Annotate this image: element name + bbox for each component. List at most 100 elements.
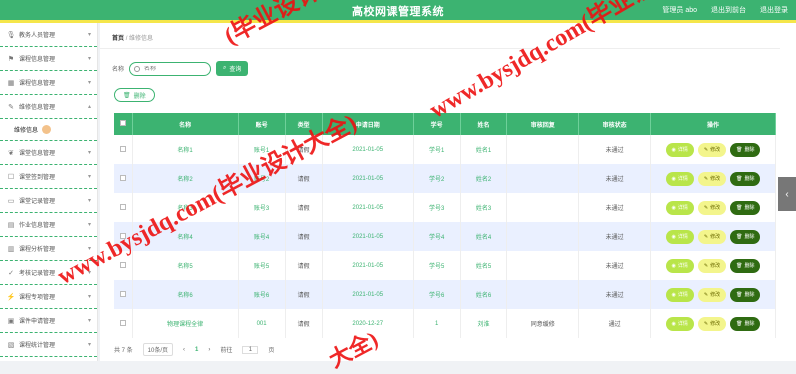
trash-icon: 🗑 (736, 204, 743, 211)
prev-page-icon[interactable]: ‹ (183, 347, 185, 353)
breadcrumb-current: 维修信息 (129, 36, 154, 42)
edit-button[interactable]: ✎ 修改 (697, 287, 727, 302)
edit-label: 修改 (710, 263, 721, 269)
delete-button[interactable]: 🗑 删除 (730, 142, 761, 157)
row-checkbox[interactable] (119, 261, 126, 268)
column-header[interactable]: 审核状态 (578, 113, 651, 135)
sidebar-item-label: 课程统计管理 (19, 343, 56, 349)
breadcrumb-separator: / (125, 36, 128, 42)
table-cell: 同意缓修 (506, 309, 580, 338)
breadcrumb-home[interactable]: 首页 (112, 36, 124, 42)
sidebar-item-course[interactable]: ⚑ 课程信息管理 ▾ (0, 47, 97, 71)
column-header[interactable]: 账号 (238, 113, 286, 135)
select-all-column[interactable] (114, 113, 133, 135)
page-number[interactable]: 1 (195, 347, 198, 353)
column-header[interactable]: 审核回复 (506, 113, 580, 135)
table-cell: 请假 (285, 193, 323, 222)
delete-button[interactable]: 🗑 删除 (730, 171, 761, 186)
detail-button[interactable]: ◉ 详情 (665, 287, 694, 302)
eye-icon: ◉ (671, 204, 676, 211)
row-select-cell[interactable] (114, 309, 133, 338)
chevron-down-icon: ▾ (87, 56, 91, 62)
table-cell: 1 (413, 309, 461, 338)
table-cell: 名称6 (132, 280, 239, 309)
edit-button[interactable]: ✎ 修改 (697, 200, 727, 215)
edit-button[interactable]: ✎ 修改 (697, 171, 727, 186)
row-select-cell[interactable] (114, 135, 133, 164)
delete-button[interactable]: 🗑 删除 (730, 258, 761, 273)
sidebar: 🎙 教务人员管理 ▾ ⚑ 课程信息管理 ▾ ▦ 课程信息管理 ▾ ✎ 维修信息管理 ▴ 维修信息… (0, 23, 98, 361)
delete-label: 删除 (744, 292, 755, 298)
sidebar-item-checkin[interactable]: ☐ 课堂签到管理 ▾ (0, 165, 97, 189)
row-checkbox[interactable] (119, 174, 126, 181)
search-input[interactable] (144, 65, 195, 72)
sidebar-item-label: 课程专项管理 (19, 295, 56, 301)
detail-button[interactable]: ◉ 详情 (665, 171, 694, 186)
logout-link[interactable]: 退出登录 (760, 5, 788, 15)
page-jump-input[interactable]: 1 (242, 345, 259, 354)
doc-icon: ▣ (7, 317, 15, 325)
table-cell: 未通过 (578, 222, 651, 251)
column-header[interactable]: 名称 (132, 113, 239, 135)
select-all-checkbox[interactable] (119, 120, 126, 126)
row-select-cell[interactable] (114, 280, 133, 309)
sidebar-item-staff[interactable]: 🎙 教务人员管理 ▾ (0, 23, 97, 47)
row-actions: ◉ 详情 ✎ 修改 🗑 删除 (650, 251, 776, 280)
chevron-down-icon: ▾ (87, 342, 91, 348)
table-cell: 请假 (285, 280, 323, 309)
detail-button[interactable]: ◉ 详情 (665, 229, 694, 244)
column-header[interactable]: 姓名 (460, 113, 508, 135)
next-page-icon[interactable]: › (208, 347, 210, 353)
edit-button[interactable]: ✎ 修改 (697, 316, 727, 331)
sidebar-item-repair[interactable]: ✎ 维修信息管理 ▴ (0, 95, 97, 119)
edit-button[interactable]: ✎ 修改 (697, 142, 727, 157)
sidebar-item-label: 课程信息管理 (19, 57, 56, 63)
sidebar-item-class[interactable]: ❦ 课堂信息管理 ▾ (0, 141, 97, 165)
detail-button[interactable]: ◉ 详情 (665, 258, 694, 273)
sidebar-item-homework[interactable]: ▤ 作业信息管理 ▾ (0, 213, 97, 237)
edit-icon: ✎ (703, 175, 709, 182)
breadcrumb: 首页 / 维修信息 (112, 33, 153, 42)
delete-button[interactable]: 🗑 删除 (730, 200, 761, 215)
sidebar-item-stats[interactable]: ▧ 课程统计管理 ▾ (0, 333, 97, 357)
trash-icon: 🗑 (736, 262, 743, 269)
delete-button[interactable]: 🗑 删除 (730, 229, 761, 244)
sidebar-subitem-repair-info[interactable]: 维修信息 (0, 119, 97, 141)
trash-icon: 🗑 (736, 175, 743, 182)
detail-button[interactable]: ◉ 详情 (665, 142, 694, 157)
batch-delete-button[interactable]: 🗑 删除 (114, 88, 155, 102)
sidebar-item-special[interactable]: ⚡ 课程专项管理 ▾ (0, 285, 97, 309)
edit-icon: ✎ (703, 146, 709, 153)
page-size-select[interactable]: 10条/页 (142, 343, 174, 356)
delete-button[interactable]: 🗑 删除 (730, 287, 761, 302)
row-checkbox[interactable] (119, 319, 126, 326)
sidebar-item-course2[interactable]: ▦ 课程信息管理 ▾ (0, 71, 97, 95)
delete-button[interactable]: 🗑 删除 (730, 316, 761, 331)
book-icon: ▤ (7, 221, 15, 229)
table-cell (506, 251, 580, 280)
edit-label: 修改 (710, 234, 721, 240)
sidebar-item-label: 课堂签到管理 (19, 175, 56, 181)
detail-button[interactable]: ◉ 详情 (665, 316, 694, 331)
back-to-front-link[interactable]: 退出到前台 (711, 5, 746, 15)
divider (100, 48, 780, 49)
edit-button[interactable]: ✎ 修改 (697, 229, 727, 244)
eye-icon: ◉ (671, 233, 676, 240)
row-checkbox[interactable] (119, 290, 126, 297)
query-button[interactable]: ⌕ 查询 (216, 61, 249, 76)
table-cell: 账号5 (238, 251, 286, 280)
row-checkbox[interactable] (119, 145, 126, 152)
chevron-down-icon: ▾ (87, 32, 91, 38)
chevron-down-icon: ▾ (87, 150, 91, 156)
table-row: 名称5 账号5 请假 2021-01-05 学号5 姓名5 未通过 ◉ 详情 ✎ 修改 🗑 删除 (114, 251, 776, 280)
search-box (129, 61, 212, 76)
row-select-cell[interactable] (114, 164, 133, 193)
detail-button[interactable]: ◉ 详情 (665, 200, 694, 215)
sidebar-item-record[interactable]: ▭ 课堂记录管理 ▾ (0, 189, 97, 213)
detail-label: 详情 (677, 234, 688, 240)
collapse-arrow-icon[interactable]: ‹ (778, 177, 796, 211)
sidebar-item-apply[interactable]: ▣ 课件申请管理 ▾ (0, 309, 97, 333)
edit-button[interactable]: ✎ 修改 (697, 258, 727, 273)
row-checkbox[interactable] (119, 203, 126, 210)
delete-label: 删除 (744, 234, 755, 240)
